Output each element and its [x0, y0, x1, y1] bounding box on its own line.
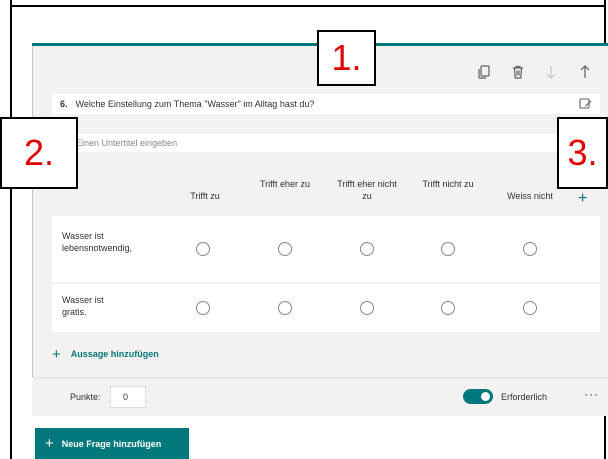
- radio-option[interactable]: [196, 301, 210, 315]
- radio-option[interactable]: [360, 242, 374, 256]
- plus-icon: +: [45, 435, 54, 452]
- likert-grid: Trifft zu Trifft eher zu Trifft eher nic…: [52, 168, 600, 334]
- plus-icon: +: [52, 345, 61, 363]
- delete-icon[interactable]: [508, 62, 528, 82]
- more-options-icon[interactable]: ···: [584, 387, 599, 401]
- toggle-knob: [481, 392, 490, 401]
- radio-option[interactable]: [278, 301, 292, 315]
- required-toggle[interactable]: [463, 389, 493, 404]
- callout-3: 3.: [557, 117, 608, 189]
- callout-2: 2.: [0, 117, 78, 189]
- column-header[interactable]: Trifft eher nicht zu: [332, 178, 402, 202]
- column-header[interactable]: Weiss nicht: [495, 190, 565, 202]
- required-label: Erforderlich: [501, 392, 548, 402]
- move-up-icon[interactable]: [575, 62, 595, 82]
- column-header[interactable]: Trifft zu: [170, 190, 240, 202]
- radio-option[interactable]: [441, 242, 455, 256]
- move-down-icon[interactable]: [541, 62, 561, 82]
- callout-1: 1.: [317, 30, 376, 86]
- radio-option[interactable]: [441, 301, 455, 315]
- subtitle-placeholder: Einen Untertitel eingeben: [76, 138, 178, 148]
- points-input[interactable]: 0: [110, 386, 146, 408]
- add-statement-button[interactable]: + Aussage hinzufügen: [52, 345, 159, 363]
- question-number: 6.: [60, 99, 68, 109]
- add-column-icon[interactable]: +: [578, 190, 587, 208]
- add-statement-label: Aussage hinzufügen: [70, 349, 159, 359]
- radio-option[interactable]: [278, 242, 292, 256]
- statement-label[interactable]: Wasser ist gratis.: [62, 294, 122, 318]
- radio-option[interactable]: [523, 301, 537, 315]
- copy-icon[interactable]: [474, 62, 494, 82]
- statement-label[interactable]: Wasser ist lebensnotwendig,: [62, 230, 132, 254]
- column-header[interactable]: Trifft nicht zu: [413, 178, 483, 190]
- frame-border-top: [10, 5, 606, 7]
- points-label: Punkte:: [70, 392, 101, 402]
- radio-option[interactable]: [523, 242, 537, 256]
- frame-border-left: [10, 0, 12, 459]
- subtitle-field[interactable]: Einen Untertitel eingeben: [52, 134, 600, 152]
- add-new-question-button[interactable]: + Neue Frage hinzufügen: [35, 428, 189, 459]
- question-title-field[interactable]: 6. Welche Einstellung zum Thema "Wasser"…: [52, 94, 600, 114]
- edit-media-icon[interactable]: [579, 97, 592, 110]
- column-header[interactable]: Trifft eher zu: [250, 178, 320, 190]
- table-row: Wasser ist gratis.: [52, 284, 600, 332]
- question-text: Welche Einstellung zum Thema "Wasser" im…: [75, 99, 315, 109]
- add-new-question-label: Neue Frage hinzufügen: [61, 438, 162, 449]
- table-row: Wasser ist lebensnotwendig,: [52, 216, 600, 282]
- radio-option[interactable]: [196, 242, 210, 256]
- radio-option[interactable]: [360, 301, 374, 315]
